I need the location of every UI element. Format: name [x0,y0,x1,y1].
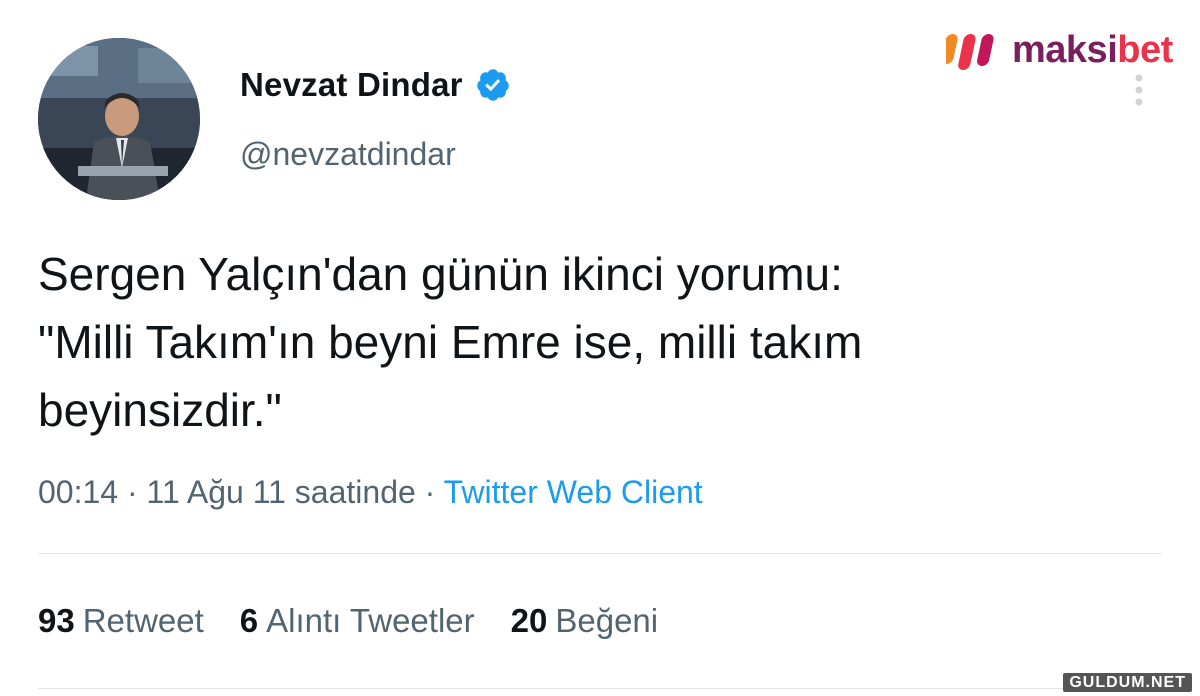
tweet-meta: 00:14 · 11 Ağu 11 saatinde · Twitter Web… [38,474,703,511]
tweet-client-link[interactable]: Twitter Web Client [444,474,703,510]
likes-count: 20 [510,602,548,639]
meta-separator: · [424,474,436,510]
quotes-stat[interactable]: 6 Alıntı Tweetler [240,602,475,640]
brand-name: maksibet [1012,28,1173,71]
tweet-date[interactable]: 11 Ağu 11 saatinde [147,474,416,510]
tweet-body: Sergen Yalçın'dan günün ikinci yorumu: "… [38,240,1148,444]
author-handle[interactable]: @nevzatdindar [240,136,456,173]
tweet-line: beyinsizdir." [38,384,282,436]
tweet-line: Sergen Yalçın'dan günün ikinci yorumu: [38,248,843,300]
tweet-line: "Milli Takım'ın beyni Emre ise, milli ta… [38,316,863,368]
author-name[interactable]: Nevzat Dindar [240,66,463,104]
likes-label: Beğeni [555,602,659,639]
retweets-stat[interactable]: 93 Retweet [38,602,204,640]
maksibet-logo-icon [946,34,994,70]
brand-logo: maksibet [946,28,1173,72]
divider [38,688,1162,689]
avatar-image [38,38,200,200]
divider [38,553,1162,554]
quotes-label: Alıntı Tweetler [266,602,475,639]
retweets-count: 93 [38,602,75,639]
verified-badge-icon [476,69,509,101]
profile-avatar[interactable] [38,38,200,200]
site-watermark: GULDUM.NET [1063,673,1192,692]
more-options-icon[interactable] [1132,72,1146,108]
likes-stat[interactable]: 20 Beğeni [511,602,658,640]
author-name-row[interactable]: Nevzat Dindar [240,66,511,104]
retweets-label: Retweet [82,602,204,639]
tweet-time[interactable]: 00:14 [38,474,118,510]
tweet-stats: 93 Retweet 6 Alıntı Tweetler 20 Beğeni [38,602,658,640]
meta-separator: · [126,474,138,510]
quotes-count: 6 [239,602,259,639]
